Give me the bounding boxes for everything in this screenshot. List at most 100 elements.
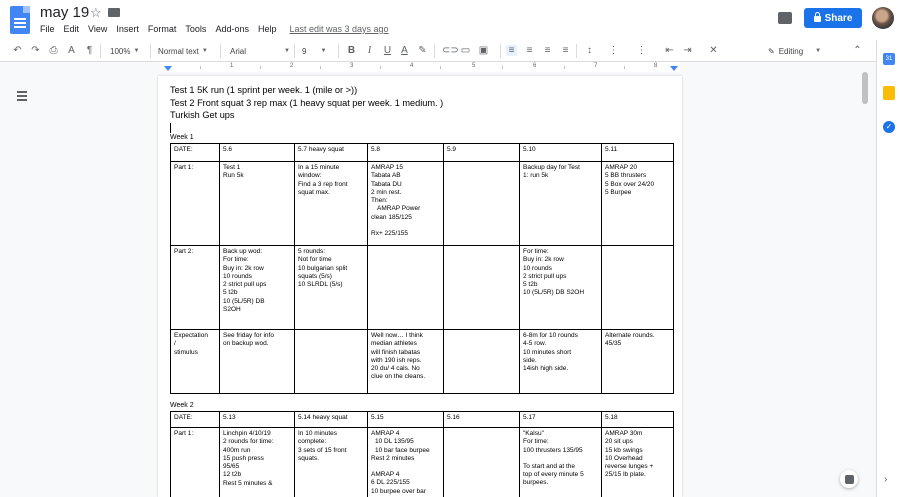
move-folder-icon[interactable] (108, 8, 120, 17)
share-button[interactable]: Share (804, 8, 862, 28)
cell-line: 1: run 5k (523, 172, 549, 180)
link-icon[interactable]: ⊂⊃ (442, 45, 459, 56)
document-page[interactable]: Test 1 5K run (1 sprint per week. 1 (mil… (158, 76, 682, 497)
document-title[interactable]: may 19 (40, 4, 89, 21)
calendar-icon[interactable]: 31 (883, 53, 895, 65)
menu-insert[interactable]: Insert (116, 24, 139, 34)
scrollbar[interactable] (862, 72, 868, 104)
clear-formatting-icon[interactable]: ✕ (708, 45, 719, 56)
table-cell[interactable]: 5.6 (219, 143, 295, 162)
table-cell[interactable]: Well now… I think median athletes will fin… (367, 329, 444, 394)
table-cell[interactable]: "Kalsu" For time: 100 thrusters 135/95 To s… (519, 427, 602, 497)
table-cell[interactable]: 6-8m for 10 rounds 4-5 row. 10 minutes sho… (519, 329, 602, 394)
table-cell[interactable]: DATE: (170, 411, 220, 428)
table-cell[interactable] (367, 245, 444, 330)
italic-icon[interactable]: I (364, 45, 375, 56)
table-cell[interactable]: Part 2: (170, 245, 220, 330)
table-cell[interactable]: In 10 minutes complete: 3 sets of 15 front… (294, 427, 368, 497)
table-cell[interactable] (294, 329, 368, 394)
table-cell[interactable]: Part 1: (170, 161, 220, 246)
ruler[interactable]: 1 2 3 4 5 6 7 8 (160, 62, 680, 72)
table-cell[interactable]: For time: Buy in: 2k row 10 rounds 2 strict… (519, 245, 602, 330)
table-cell[interactable]: 5.17 (519, 411, 602, 428)
align-right-icon[interactable]: ≡ (542, 45, 553, 56)
menu-tools[interactable]: Tools (185, 24, 206, 34)
align-left-icon[interactable]: ≡ (506, 45, 517, 56)
explore-button[interactable] (840, 470, 858, 488)
menu-format[interactable]: Format (148, 24, 177, 34)
table-cell[interactable] (443, 329, 520, 394)
keep-icon[interactable] (883, 86, 895, 100)
menu-view[interactable]: View (88, 24, 107, 34)
spellcheck-icon[interactable]: A (66, 45, 77, 56)
text-color-icon[interactable]: A (399, 45, 410, 56)
increase-indent-icon[interactable]: ⇥ (682, 45, 693, 56)
table-cell[interactable]: 5.11 (601, 143, 674, 162)
table-cell[interactable]: 5.14 heavy squat (294, 411, 368, 428)
font-select[interactable]: Arial ▼ (230, 45, 290, 57)
comment-add-icon[interactable]: ▭ (460, 45, 471, 56)
bulleted-list-icon[interactable]: ⋮ (636, 45, 647, 56)
image-icon[interactable]: ▣ (478, 45, 489, 56)
align-justify-icon[interactable]: ≡ (560, 45, 571, 56)
table-cell[interactable]: 5 rounds: Not for time 10 bulgarian split s… (294, 245, 368, 330)
highlight-icon[interactable]: ✎ (417, 45, 428, 56)
left-indent-marker[interactable] (164, 66, 172, 71)
table-cell[interactable]: 5.15 (367, 411, 444, 428)
cell-line: 5.6 (223, 146, 233, 153)
table-cell[interactable] (443, 245, 520, 330)
font-size-select[interactable]: 9 ▼ (302, 45, 326, 57)
table-cell[interactable]: 5.9 (443, 143, 520, 162)
numbered-list-icon[interactable]: ⋮ (608, 45, 619, 56)
table-cell[interactable]: 5.16 (443, 411, 520, 428)
table-cell[interactable]: Expectation / stimulus (170, 329, 220, 394)
table-cell[interactable]: Backup day for Test 1: run 5k (519, 161, 602, 246)
table-cell[interactable]: Test 1 Run 5k (219, 161, 295, 246)
table-cell[interactable]: 5.13 (219, 411, 295, 428)
table-cell[interactable]: Back up wod: For time: Buy in: 2k row 10 ro… (219, 245, 295, 330)
decrease-indent-icon[interactable]: ⇤ (664, 45, 675, 56)
table-cell[interactable]: Alternate rounds. 45/35 (601, 329, 674, 394)
table-cell[interactable]: 5.7 heavy squat (294, 143, 368, 162)
zoom-select[interactable]: 100% ▼ (110, 45, 139, 57)
last-edit-link[interactable]: Last edit was 3 days ago (289, 24, 388, 34)
table-cell[interactable]: Part 1: (170, 427, 220, 497)
docs-logo-icon[interactable] (10, 6, 30, 34)
comments-icon[interactable] (778, 12, 792, 24)
table-cell[interactable]: In a 15 minute window: Find a 3 rep front s… (294, 161, 368, 246)
menu-edit[interactable]: Edit (64, 24, 80, 34)
table-cell[interactable] (443, 161, 520, 246)
star-icon[interactable]: ☆ (90, 5, 102, 21)
line-spacing-icon[interactable]: ↕ (584, 45, 595, 56)
table-cell[interactable]: Linchpin 4/10/19 2 rounds for time: 400m r… (219, 427, 295, 497)
menu-help[interactable]: Help (258, 24, 277, 34)
table-cell[interactable] (601, 245, 674, 330)
table-cell[interactable]: AMRAP 15 Tabata AB Tabata DU 2 min rest. The… (367, 161, 444, 246)
table-cell[interactable]: See friday for info on backup wod. (219, 329, 295, 394)
paint-format-icon[interactable]: ¶ (84, 45, 95, 56)
editing-mode-select[interactable]: ✎ Editing ▼ (768, 45, 821, 57)
table-cell[interactable]: 5.18 (601, 411, 674, 428)
collapse-menus-icon[interactable]: ⌃ (852, 45, 863, 56)
print-icon[interactable]: ⎙ (48, 45, 59, 56)
underline-icon[interactable]: U (382, 45, 393, 56)
document-outline-icon[interactable] (14, 88, 30, 104)
align-center-icon[interactable]: ≡ (524, 45, 535, 56)
menu-file[interactable]: File (40, 24, 55, 34)
bold-icon[interactable]: B (346, 45, 357, 56)
table-cell[interactable]: AMRAP 4 10 DL 135/95 10 bar face burpee Res… (367, 427, 444, 497)
redo-icon[interactable]: ↷ (30, 45, 41, 56)
table-cell[interactable]: DATE: (170, 143, 220, 162)
table-cell[interactable]: 5.8 (367, 143, 444, 162)
menu-addons[interactable]: Add-ons (215, 24, 249, 34)
tasks-icon[interactable]: ✓ (883, 121, 895, 133)
undo-icon[interactable]: ↶ (12, 45, 23, 56)
expand-panel-icon[interactable]: › (884, 474, 887, 485)
table-cell[interactable]: AMRAP 30m 20 sit ups 15 kb swings 10 Overhe… (601, 427, 674, 497)
avatar[interactable] (872, 7, 894, 29)
table-cell[interactable]: 5.10 (519, 143, 602, 162)
right-indent-marker[interactable] (670, 66, 678, 71)
table-cell[interactable] (443, 427, 520, 497)
style-select[interactable]: Normal text ▼ (158, 45, 208, 57)
table-cell[interactable]: AMRAP 20 5 BB thrusters 5 Box over 24/20 5 … (601, 161, 674, 246)
